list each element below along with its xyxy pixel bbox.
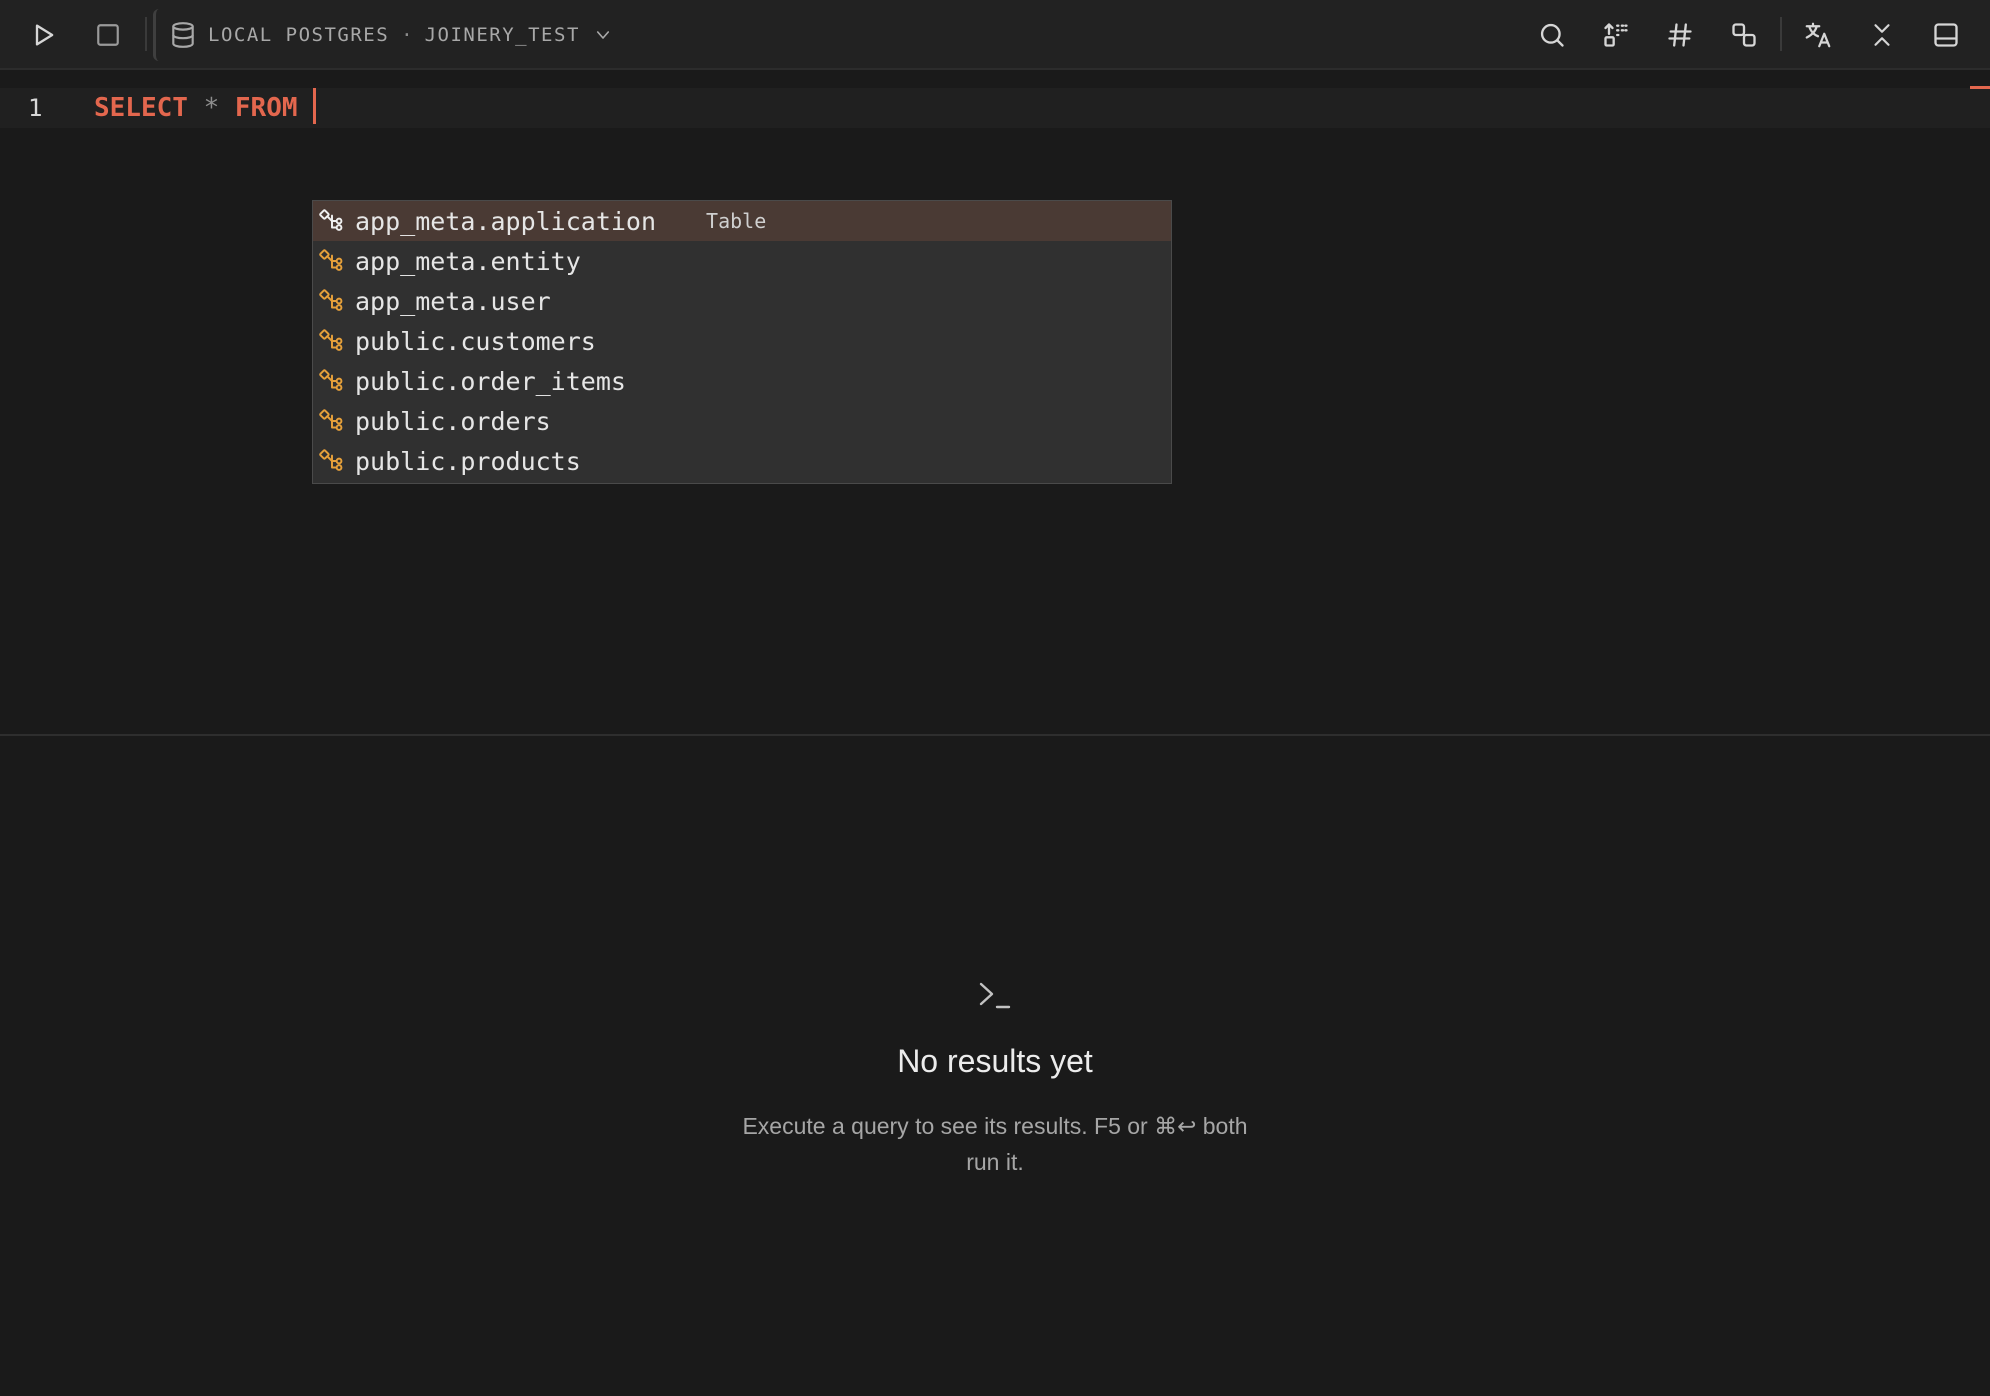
chevron-down-icon <box>596 31 609 39</box>
toggle-panel-button[interactable] <box>1926 15 1966 55</box>
table-relation-icon <box>317 248 347 274</box>
autocomplete-item-label: public.orders <box>355 406 551 436</box>
autocomplete-item-label: app_meta.entity <box>355 246 581 276</box>
collapse-icon <box>1874 24 1890 46</box>
play-icon <box>35 24 54 46</box>
autocomplete-item[interactable]: app_meta.application Table <box>313 201 1171 241</box>
stop-icon <box>97 24 119 46</box>
keyword-from: FROM <box>234 93 298 123</box>
autocomplete-item-label: public.order_items <box>355 366 626 396</box>
shapes-button[interactable] <box>1724 15 1764 55</box>
translate-icon <box>1805 22 1831 48</box>
translate-button[interactable] <box>1798 15 1838 55</box>
autocomplete-item-label: app_meta.application <box>355 206 657 236</box>
sql-editor-app: LOCAL POSTGRES · JOINERY_TEST 1 SELECT *… <box>0 0 1990 1396</box>
autocomplete-item[interactable]: public.products <box>313 441 1171 481</box>
autocomplete-item-label: public.products <box>355 446 581 476</box>
connection-selector[interactable]: LOCAL POSTGRES · JOINERY_TEST <box>170 16 612 54</box>
table-relation-icon <box>317 208 347 234</box>
autocomplete-item-kind: Table <box>706 209 767 233</box>
autocomplete-item-label: public.customers <box>355 326 596 356</box>
text-cursor <box>313 87 317 124</box>
table-relation-icon <box>317 408 347 434</box>
empty-state-title: No results yet <box>897 1043 1093 1079</box>
autocomplete-item[interactable]: public.order_items <box>313 361 1171 401</box>
code-line[interactable]: SELECT * FROM <box>94 87 317 124</box>
table-relation-icon <box>317 288 347 314</box>
autocomplete-item[interactable]: app_meta.entity <box>313 241 1171 281</box>
autocomplete-item[interactable]: public.orders <box>313 401 1171 441</box>
connection-name: LOCAL POSTGRES <box>208 24 390 46</box>
table-relation-icon <box>317 368 347 394</box>
search-icon <box>1540 23 1564 47</box>
run-query-button[interactable] <box>24 15 64 55</box>
empty-state: No results yet Execute a query to see it… <box>0 976 1990 1180</box>
sql-editor[interactable]: 1 SELECT * FROM app_meta.application Tabl… <box>0 72 1990 734</box>
collapse-button[interactable] <box>1862 15 1902 55</box>
format-icon <box>1604 23 1628 47</box>
format-button[interactable] <box>1596 15 1636 55</box>
hash-button[interactable] <box>1660 15 1700 55</box>
table-relation-icon <box>317 328 347 354</box>
connection-bracket <box>153 9 161 61</box>
search-button[interactable] <box>1532 15 1572 55</box>
database-icon <box>172 22 194 48</box>
operator-star: * <box>203 93 220 123</box>
keyword-select: SELECT <box>94 93 188 123</box>
shapes-icon <box>1732 23 1756 47</box>
results-panel: No results yet Execute a query to see it… <box>0 736 1990 1396</box>
autocomplete-item[interactable]: public.customers <box>313 321 1171 361</box>
toolbar-divider <box>145 17 147 51</box>
hash-icon <box>1668 23 1692 47</box>
autocomplete-item-label: app_meta.user <box>355 286 551 316</box>
panel-icon <box>1934 23 1958 47</box>
connection-separator: · <box>401 24 413 46</box>
terminal-prompt-icon <box>979 982 1011 1009</box>
table-relation-icon <box>317 448 347 474</box>
empty-state-description: Execute a query to see its results. F5 o… <box>742 1113 1248 1175</box>
toolbar: LOCAL POSTGRES · JOINERY_TEST <box>0 0 1990 70</box>
database-name: JOINERY_TEST <box>424 24 580 46</box>
autocomplete-popup: app_meta.application Table app_meta.entity… <box>312 200 1172 484</box>
stop-query-button[interactable] <box>88 15 128 55</box>
line-number: 1 <box>28 94 43 122</box>
scroll-marker <box>1970 86 1990 89</box>
autocomplete-item[interactable]: app_meta.user <box>313 281 1171 321</box>
toolbar-divider <box>1780 17 1782 51</box>
